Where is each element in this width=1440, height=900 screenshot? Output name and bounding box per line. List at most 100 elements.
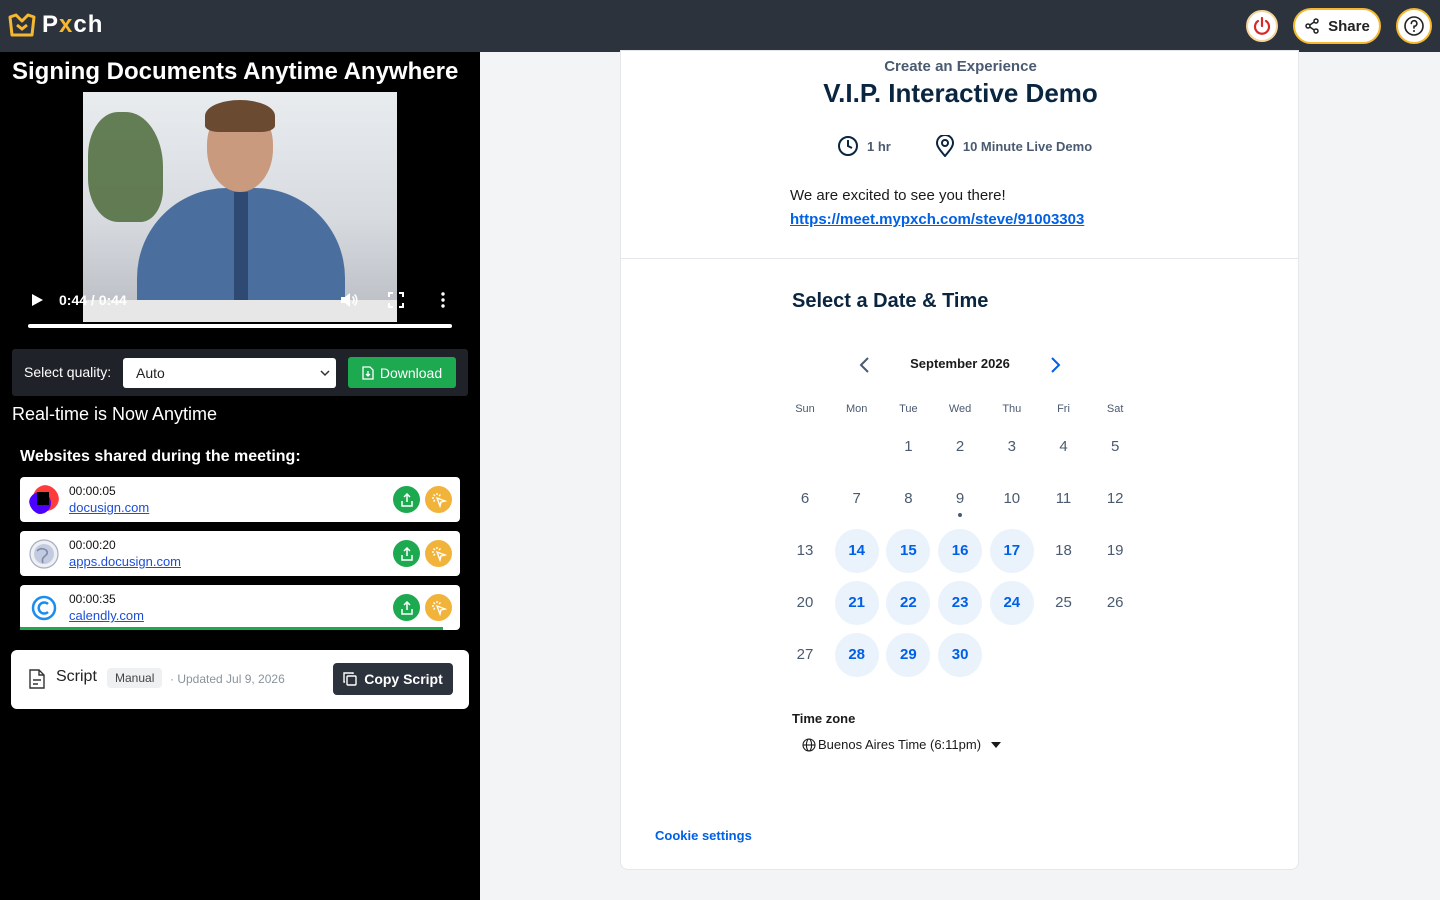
copy-script-button[interactable]: Copy Script xyxy=(333,663,453,695)
calendar-day-25: 25 xyxy=(1055,594,1072,611)
share-site-button[interactable] xyxy=(393,486,420,513)
quality-bar: Select quality: Auto Download xyxy=(12,349,468,396)
logo-text: Pxch xyxy=(42,11,104,38)
weekday-tue: Tue xyxy=(899,403,918,415)
help-button[interactable] xyxy=(1396,8,1432,44)
share-icon xyxy=(1305,18,1319,34)
chevron-down-icon xyxy=(320,370,330,377)
site-active-indicator xyxy=(20,627,443,630)
share-site-button[interactable] xyxy=(393,540,420,567)
calendar-day-28[interactable]: 28 xyxy=(834,633,879,677)
site-link[interactable]: apps.docusign.com xyxy=(69,554,181,569)
calendar-day-14[interactable]: 14 xyxy=(834,529,879,573)
cobrowse-site-button[interactable] xyxy=(425,486,452,513)
sites-heading: Websites shared during the meeting: xyxy=(20,448,301,465)
calendar-day-22[interactable]: 22 xyxy=(886,581,931,625)
download-label: Download xyxy=(379,364,443,381)
site-timestamp: 00:00:35 xyxy=(69,592,116,606)
share-label: Share xyxy=(1328,17,1370,35)
site-link[interactable]: calendly.com xyxy=(69,608,144,623)
share-button[interactable]: Share xyxy=(1293,8,1381,44)
booking-panel: Create an Experience V.I.P. Interactive … xyxy=(480,50,1440,900)
document-icon xyxy=(29,669,45,689)
cobrowse-site-button[interactable] xyxy=(425,540,452,567)
section-divider xyxy=(621,258,1298,259)
fullscreen-icon[interactable] xyxy=(388,292,404,308)
meeting-link[interactable]: https://meet.mypxch.com/steve/91003303 xyxy=(790,211,1084,228)
calendar-day-16[interactable]: 16 xyxy=(938,529,983,573)
chevron-right-icon[interactable] xyxy=(1045,353,1065,377)
script-mode-badge: Manual xyxy=(107,668,163,688)
calendar-day-15[interactable]: 15 xyxy=(886,529,931,573)
docusign-icon xyxy=(29,485,59,514)
pxch-logo[interactable]: Pxch xyxy=(8,11,103,39)
video-progress-bar[interactable] xyxy=(28,324,452,328)
share-site-button[interactable] xyxy=(393,594,420,621)
calendar-day-3: 3 xyxy=(1007,438,1016,455)
calendar-day-23[interactable]: 23 xyxy=(938,581,983,625)
timezone-label: Time zone xyxy=(792,711,856,726)
calendar-day-29[interactable]: 29 xyxy=(886,633,931,677)
site-timestamp: 00:00:20 xyxy=(69,538,116,552)
calendar-day-21[interactable]: 21 xyxy=(834,581,879,625)
cookie-settings-link[interactable]: Cookie settings xyxy=(655,828,752,843)
recording-subtitle: Real-time is Now Anytime xyxy=(12,404,218,424)
scheduling-card: Create an Experience V.I.P. Interactive … xyxy=(620,50,1299,870)
power-button[interactable] xyxy=(1246,10,1278,42)
calendar-day-13: 13 xyxy=(796,542,814,559)
calendar-day-27: 27 xyxy=(796,646,814,663)
download-button[interactable]: Download xyxy=(348,357,456,388)
recording-panel: Signing Documents Anytime Anywhere 0:44 … xyxy=(0,52,480,900)
clock-icon xyxy=(838,136,858,156)
calendar-day-17[interactable]: 17 xyxy=(989,529,1034,573)
video-plant xyxy=(88,112,163,222)
copy-script-label: Copy Script xyxy=(364,671,443,687)
calendar-day-4: 4 xyxy=(1059,438,1068,455)
recording-title: Signing Documents Anytime Anywhere xyxy=(12,58,459,85)
script-label: Script xyxy=(56,668,97,685)
site-link[interactable]: docusign.com xyxy=(69,500,149,515)
calendar-day-12: 12 xyxy=(1106,490,1124,507)
shared-site-item[interactable]: 00:00:20 apps.docusign.com xyxy=(20,531,460,576)
calendar-day-20: 20 xyxy=(796,594,814,611)
calendar-day-7: 7 xyxy=(852,490,861,507)
calendar-day-18: 18 xyxy=(1055,542,1072,559)
shared-site-item[interactable]: 00:00:05 docusign.com xyxy=(20,477,460,522)
globe-icon xyxy=(802,737,816,752)
logo-mark-icon xyxy=(8,13,36,37)
more-vertical-icon[interactable] xyxy=(440,292,446,308)
copy-icon xyxy=(343,672,357,686)
location-pin-icon xyxy=(935,135,954,157)
calendar-day-10: 10 xyxy=(1003,490,1021,507)
month-label: September 2026 xyxy=(910,356,1010,371)
video-presenter-tie xyxy=(234,192,248,312)
cursor-click-icon xyxy=(431,492,447,508)
cobrowse-site-button[interactable] xyxy=(425,594,452,621)
upload-icon xyxy=(400,492,413,507)
cursor-click-icon xyxy=(431,600,447,616)
calendar-day-2: 2 xyxy=(955,438,965,455)
volume-icon[interactable] xyxy=(340,292,358,308)
play-icon[interactable] xyxy=(30,293,44,307)
help-icon xyxy=(1404,16,1424,36)
calendar-day-26: 26 xyxy=(1106,594,1124,611)
calendar-day-24[interactable]: 24 xyxy=(989,581,1034,625)
quality-selected: Auto xyxy=(136,365,165,381)
video-player[interactable] xyxy=(83,92,397,322)
globe-icon xyxy=(29,539,59,569)
calendar-day-19: 19 xyxy=(1106,542,1124,559)
weekday-fri: Fri xyxy=(1057,403,1070,415)
timezone-select[interactable]: Buenos Aires Time (6:11pm) xyxy=(802,737,1002,752)
video-presenter-hair xyxy=(205,100,275,132)
weekday-thu: Thu xyxy=(1002,403,1022,415)
weekday-mon: Mon xyxy=(845,403,868,415)
calendar-day-30[interactable]: 30 xyxy=(938,633,983,677)
event-location: 10 Minute Live Demo xyxy=(962,138,1093,154)
quality-select[interactable]: Auto xyxy=(123,358,336,388)
weekday-sat: Sat xyxy=(1106,403,1124,415)
select-datetime-title: Select a Date & Time xyxy=(792,290,989,312)
caret-down-icon xyxy=(991,741,1002,748)
shared-site-item[interactable]: 00:00:35 calendly.com xyxy=(20,585,460,630)
calendly-icon xyxy=(31,595,57,621)
booking-eyebrow: Create an Experience xyxy=(884,58,1037,75)
